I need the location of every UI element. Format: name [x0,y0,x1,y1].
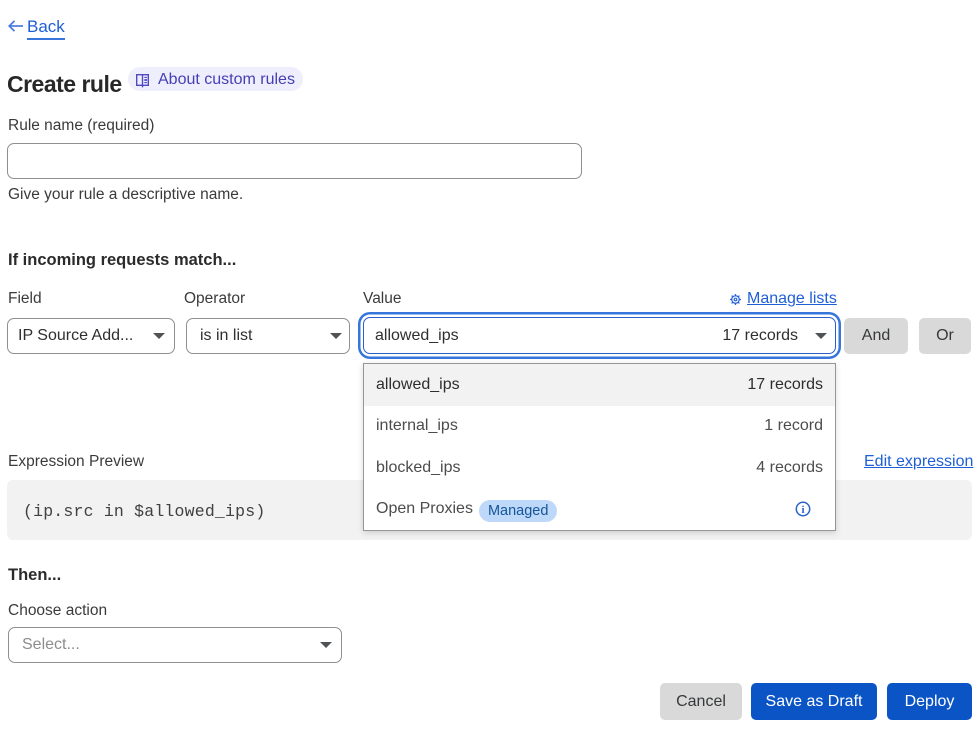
svg-text:i: i [801,504,804,516]
